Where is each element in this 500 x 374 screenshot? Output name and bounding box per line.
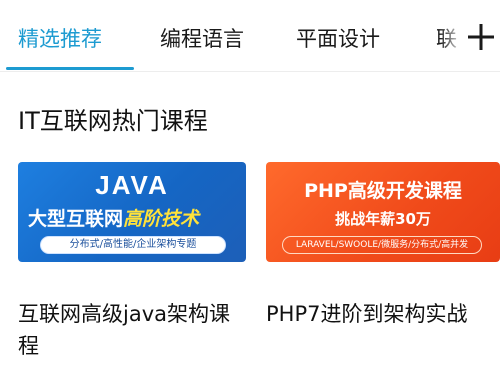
banner-subtitle: 挑战年薪30万 bbox=[335, 210, 431, 228]
banner-title: JAVA bbox=[95, 170, 169, 200]
add-category-button[interactable] bbox=[462, 18, 500, 58]
plus-icon bbox=[468, 24, 494, 50]
course-banner-php: PHP高级开发课程 挑战年薪30万 LARAVEL/SWOOLE/微服务/分布式… bbox=[266, 162, 500, 262]
banner-title: PHP高级开发课程 bbox=[304, 180, 462, 202]
course-name[interactable]: PHP7进阶到架构实战 bbox=[266, 298, 500, 330]
course-card-java[interactable]: JAVA 大型互联网高阶技术 分布式/高性能/企业架构专题 互联网高级java架… bbox=[18, 162, 246, 362]
banner-subtitle-main: 大型互联网 bbox=[28, 208, 124, 230]
tab-fade-overlay bbox=[440, 8, 464, 64]
course-banner-java: JAVA 大型互联网高阶技术 分布式/高性能/企业架构专题 bbox=[18, 162, 246, 262]
course-name[interactable]: 互联网高级java架构课程 bbox=[18, 298, 246, 362]
course-card-php[interactable]: PHP高级开发课程 挑战年薪30万 LARAVEL/SWOOLE/微服务/分布式… bbox=[266, 162, 500, 330]
tab-featured[interactable]: 精选推荐 bbox=[18, 24, 102, 54]
banner-tags: LARAVEL/SWOOLE/微服务/分布式/高并发 bbox=[282, 236, 482, 254]
active-tab-indicator bbox=[6, 67, 134, 70]
tab-programming-languages[interactable]: 编程语言 bbox=[160, 24, 244, 54]
section-title: IT互联网热门课程 bbox=[18, 107, 208, 135]
banner-subtitle-accent: 高阶技术 bbox=[123, 208, 200, 230]
tab-graphic-design[interactable]: 平面设计 bbox=[296, 24, 380, 54]
banner-tags: 分布式/高性能/企业架构专题 bbox=[40, 236, 226, 254]
tab-bar: 精选推荐 编程语言 平面设计 联 bbox=[0, 0, 500, 72]
banner-subtitle: 大型互联网高阶技术 bbox=[28, 204, 238, 231]
